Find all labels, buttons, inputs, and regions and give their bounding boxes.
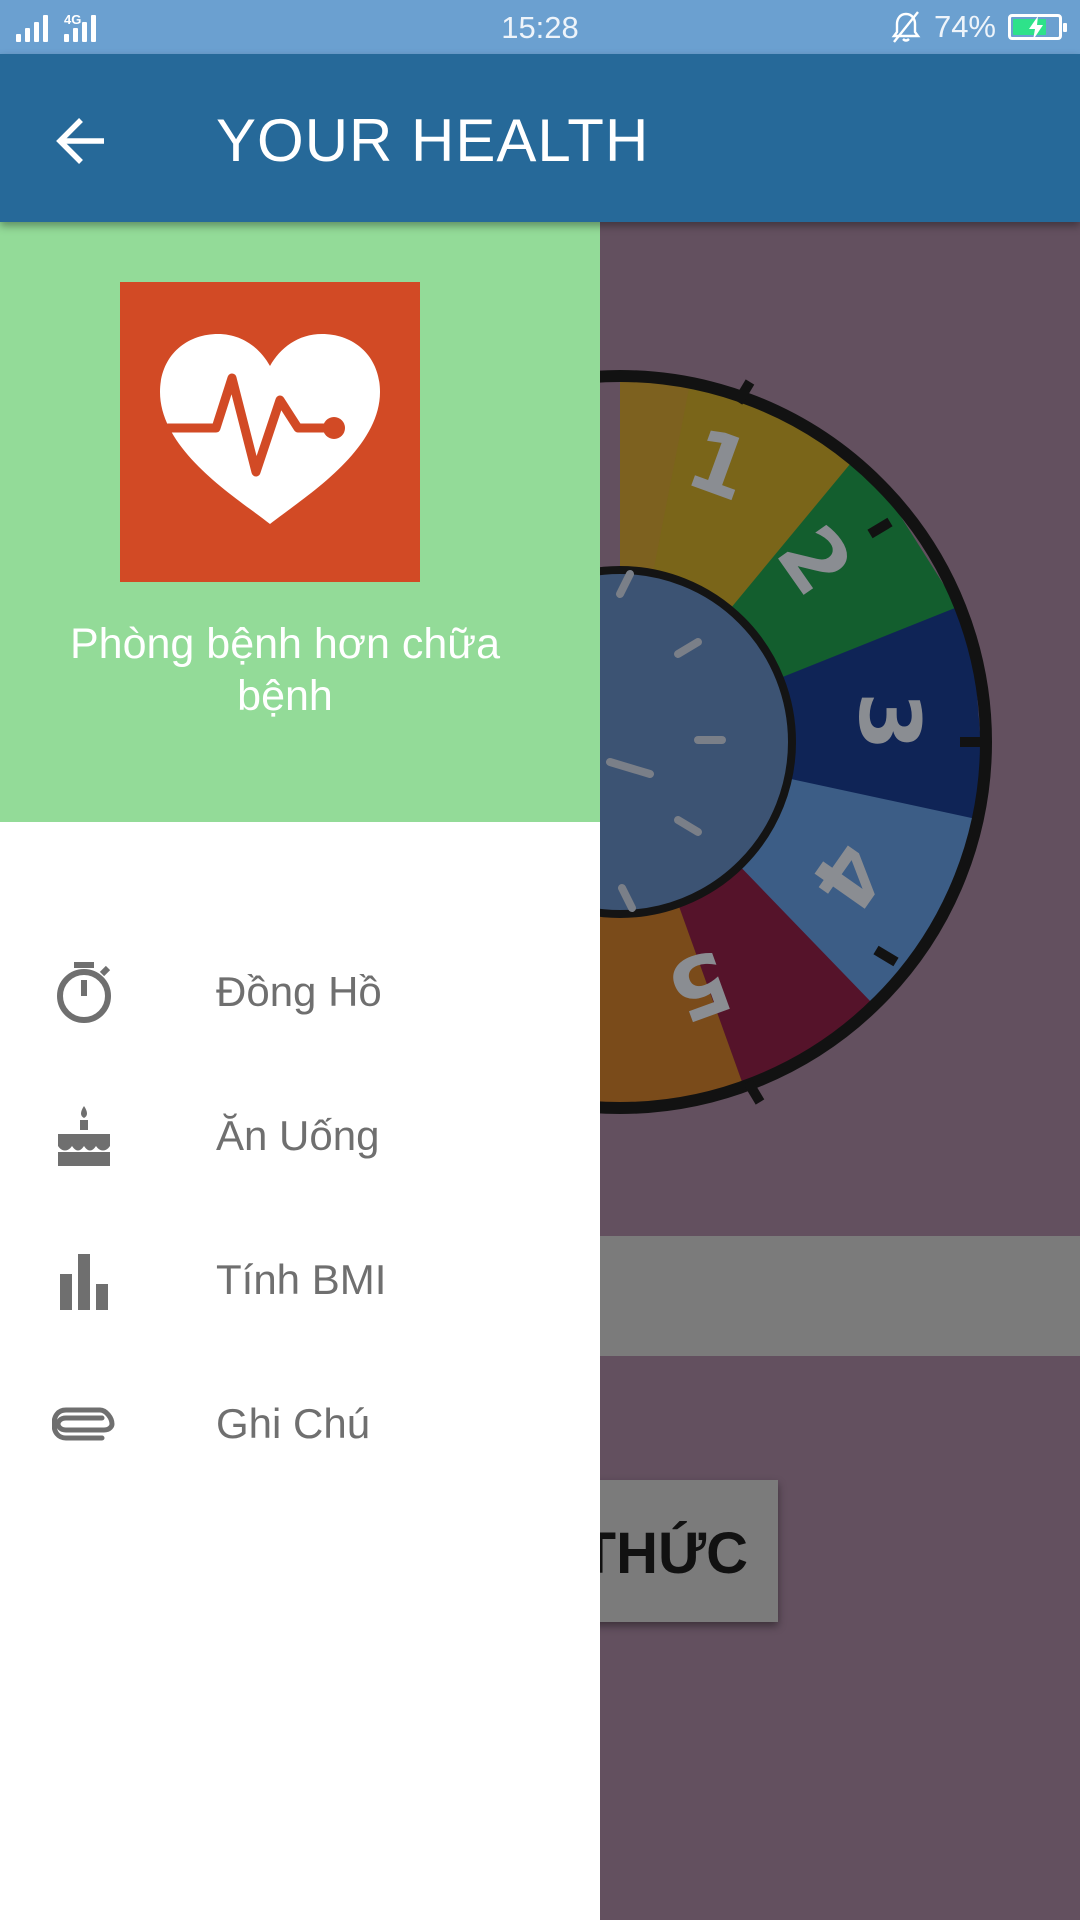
drawer-item-label: Đồng Hồ (216, 968, 382, 1015)
bar-chart-icon (50, 1246, 118, 1314)
drawer-item-bmi[interactable]: Tính BMI (0, 1208, 600, 1352)
back-button[interactable] (46, 106, 116, 176)
drawer-item-label: Tính BMI (216, 1256, 387, 1303)
drawer-item-notes[interactable]: Ghi Chú (0, 1352, 600, 1496)
paperclip-icon (50, 1390, 118, 1458)
charging-bolt-icon (1029, 16, 1043, 40)
status-bar: 4G 15:28 74% (0, 0, 1080, 54)
battery-charging-icon (1008, 14, 1067, 40)
heart-pulse-icon (160, 334, 380, 524)
cake-icon (50, 1102, 118, 1170)
drawer-item-label: Ăn Uống (216, 1112, 380, 1159)
app-logo (120, 282, 420, 582)
navigation-drawer: Phòng bệnh hơn chữa bệnh Đồng Hồ Ăn Uống (0, 222, 600, 1920)
drawer-item-label: Ghi Chú (216, 1400, 371, 1447)
drawer-item-food[interactable]: Ăn Uống (0, 1064, 600, 1208)
battery-percent: 74% (933, 9, 996, 44)
drawer-tagline: Phòng bệnh hơn chữa bệnh (70, 620, 500, 720)
drawer-header: Phòng bệnh hơn chữa bệnh (0, 222, 600, 822)
wheel-number-3: 3 (840, 692, 938, 750)
arrow-back-icon (56, 118, 104, 164)
app-bar: YOUR HEALTH (0, 54, 1080, 222)
page-title: YOUR HEALTH (216, 107, 650, 174)
drawer-item-clock[interactable]: Đồng Hồ (0, 920, 600, 1064)
status-right: 74% (890, 8, 1067, 46)
formula-button-label: THỨC (580, 1521, 748, 1586)
silent-bell-icon (891, 11, 921, 43)
timer-icon (50, 958, 118, 1026)
